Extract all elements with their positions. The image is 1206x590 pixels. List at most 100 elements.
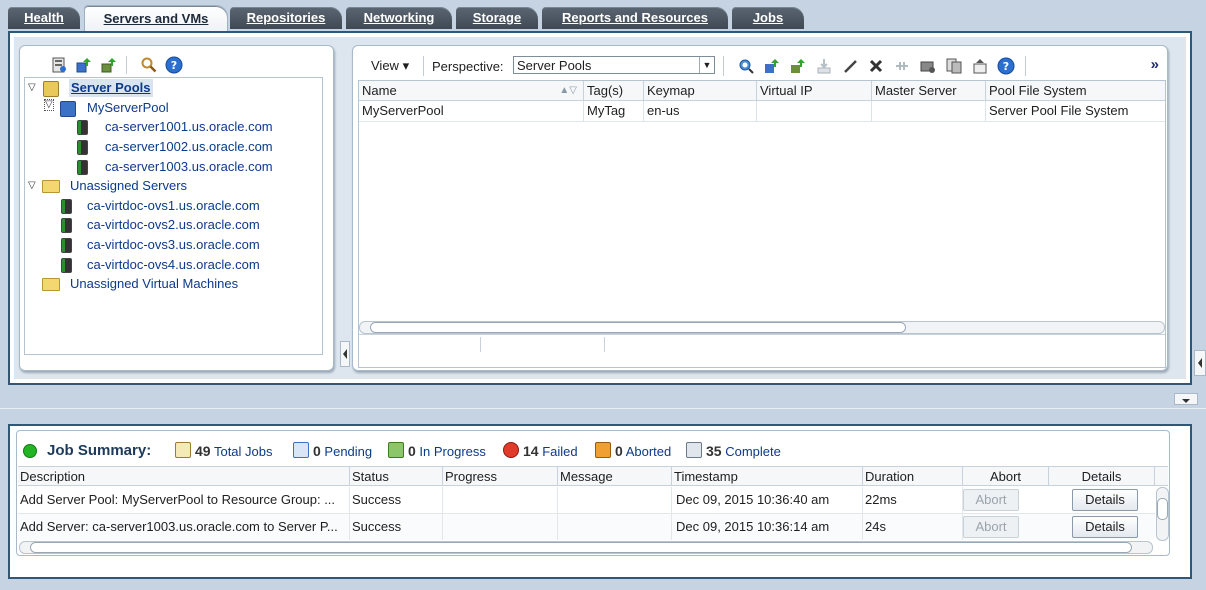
details-button[interactable]: Details — [1072, 489, 1138, 511]
create-pool-icon[interactable] — [75, 56, 93, 74]
help-icon[interactable]: ? — [165, 56, 183, 74]
tree-item-server[interactable]: ca-server1001.us.oracle.com — [25, 118, 320, 136]
column-header-details[interactable]: Details — [1049, 467, 1155, 486]
job-summary-panel: Job Summary: 49 Total Jobs 0 Pending 0 I… — [16, 430, 1170, 556]
tree-item-unassigned-vms[interactable]: Unassigned Virtual Machines — [25, 275, 320, 293]
expand-triangle-icon[interactable]: ▽ — [28, 79, 36, 97]
server-icon — [61, 238, 72, 253]
expand-triangle-icon[interactable]: ▽ — [44, 99, 54, 111]
table-row[interactable]: MyServerPool MyTag en-us Server Pool Fil… — [359, 101, 1165, 122]
tree-item-label: Unassigned Servers — [70, 178, 188, 193]
vertical-scrollbar[interactable] — [1156, 487, 1169, 541]
cell-duration: 24s — [863, 514, 963, 540]
tab-jobs[interactable]: Jobs — [732, 7, 804, 29]
help-icon[interactable]: ? — [997, 57, 1015, 75]
footer-divider — [480, 337, 481, 352]
network-icon[interactable] — [893, 57, 911, 75]
tree-item-server[interactable]: ca-virtdoc-ovs3.us.oracle.com — [25, 236, 320, 254]
edit-icon[interactable] — [841, 57, 859, 75]
svg-text:?: ? — [1003, 60, 1009, 73]
cell-description: Add Server Pool: MyServerPool to Resourc… — [18, 487, 350, 513]
column-header-pool-file-system[interactable]: Pool File System — [986, 81, 1165, 100]
find-icon[interactable] — [737, 57, 755, 75]
perspective-select[interactable]: Server Pools ▼ — [513, 56, 715, 74]
tree-item-label: ca-server1003.us.oracle.com — [105, 159, 273, 174]
tab-storage[interactable]: Storage — [456, 7, 538, 29]
server-tree: ▽ Server Pools ▽ MyServerPool ca-server1… — [24, 77, 323, 355]
tab-networking[interactable]: Networking — [346, 7, 452, 29]
create-server-pool-icon[interactable] — [763, 57, 781, 75]
total-jobs-stat[interactable]: 49 Total Jobs — [175, 441, 273, 461]
job-summary-title: Job Summary: — [47, 442, 152, 459]
tab-reports-and-resources[interactable]: Reports and Resources — [542, 7, 728, 29]
column-header-status[interactable]: Status — [350, 467, 443, 486]
cell-pool-file-system: Server Pool File System — [989, 103, 1129, 118]
column-header-duration[interactable]: Duration — [863, 467, 963, 486]
tab-repositories[interactable]: Repositories — [230, 7, 342, 29]
export-icon[interactable] — [971, 57, 989, 75]
servers-vms-frame: ? ▽ Server Pools ▽ MyServerPool ca-serve… — [8, 31, 1192, 385]
horizontal-scrollbar[interactable] — [19, 541, 1153, 554]
side-panel-handle[interactable] — [1194, 350, 1206, 376]
delete-icon[interactable] — [867, 57, 885, 75]
storage-icon[interactable] — [945, 57, 963, 75]
pending-jobs-stat[interactable]: 0 Pending — [293, 441, 372, 461]
details-button[interactable]: Details — [1072, 516, 1138, 538]
column-header-timestamp[interactable]: Timestamp — [672, 467, 863, 486]
toolbar-divider — [126, 56, 127, 74]
column-header-description[interactable]: Description — [18, 467, 350, 486]
tree-item-server[interactable]: ca-virtdoc-ovs4.us.oracle.com — [25, 256, 320, 274]
column-header-master-server[interactable]: Master Server — [872, 81, 986, 100]
tree-item-server[interactable]: ca-server1002.us.oracle.com — [25, 138, 320, 156]
scrollbar-thumb[interactable] — [370, 322, 906, 333]
refresh-icon[interactable] — [50, 56, 68, 74]
failed-jobs-stat[interactable]: 14 Failed — [503, 441, 578, 461]
collapse-panel-handle[interactable] — [340, 341, 350, 367]
svg-text:?: ? — [171, 59, 177, 72]
clock-icon — [293, 442, 309, 458]
tree-item-label: Unassigned Virtual Machines — [70, 276, 239, 291]
column-header-message[interactable]: Message — [558, 467, 672, 486]
column-header-progress[interactable]: Progress — [443, 467, 558, 486]
view-menu[interactable]: View ▾ — [371, 58, 409, 74]
column-header-virtual-ip[interactable]: Virtual IP — [757, 81, 872, 100]
abort-button[interactable]: Abort — [963, 489, 1019, 511]
tree-item-server[interactable]: ca-virtdoc-ovs1.us.oracle.com — [25, 197, 320, 215]
collapse-jobs-handle[interactable] — [1174, 393, 1198, 405]
perspective-label: Perspective: — [432, 59, 504, 74]
folder-icon — [42, 180, 60, 193]
tree-item-unassigned-servers[interactable]: ▽ Unassigned Servers — [25, 177, 320, 195]
abort-button[interactable]: Abort — [963, 516, 1019, 538]
scrollbar-thumb[interactable] — [1157, 498, 1168, 520]
more-toolbar-button[interactable]: » — [1151, 56, 1159, 73]
column-header-abort[interactable]: Abort — [963, 467, 1049, 486]
aborted-jobs-stat[interactable]: 0 Aborted — [595, 441, 671, 461]
discover-server-icon[interactable] — [789, 57, 807, 75]
import-icon[interactable] — [815, 57, 833, 75]
scrollbar-thumb[interactable] — [30, 542, 1132, 553]
status-ok-icon — [23, 444, 37, 458]
toolbar-divider — [723, 56, 724, 76]
in-progress-jobs-stat[interactable]: 0 In Progress — [388, 441, 486, 461]
tab-health[interactable]: Health — [8, 7, 80, 29]
column-header-tags[interactable]: Tag(s) — [584, 81, 644, 100]
upload-icon[interactable] — [100, 56, 118, 74]
tree-item-server-pools[interactable]: ▽ Server Pools — [25, 79, 320, 97]
column-header-keymap[interactable]: Keymap — [644, 81, 757, 100]
tree-item-label: ca-virtdoc-ovs3.us.oracle.com — [87, 237, 260, 252]
job-row[interactable]: Add Server: ca-server1003.us.oracle.com … — [18, 514, 1155, 540]
tree-item-server[interactable]: ca-server1003.us.oracle.com — [25, 158, 320, 176]
horizontal-scrollbar[interactable] — [359, 321, 1165, 334]
server-action-icon[interactable] — [919, 57, 937, 75]
folder-icon — [42, 278, 60, 291]
search-icon[interactable] — [140, 56, 158, 74]
column-header-name[interactable]: Name ▲▽ — [359, 81, 584, 100]
complete-jobs-stat[interactable]: 35 Complete — [686, 441, 781, 461]
job-row[interactable]: Add Server Pool: MyServerPool to Resourc… — [18, 487, 1155, 514]
table-header: Name ▲▽ Tag(s) Keymap Virtual IP Master … — [359, 81, 1165, 101]
tree-item-server[interactable]: ca-virtdoc-ovs2.us.oracle.com — [25, 216, 320, 234]
expand-triangle-icon[interactable]: ▽ — [28, 177, 36, 195]
tab-servers-and-vms[interactable]: Servers and VMs — [84, 5, 228, 32]
sort-icon[interactable]: ▲▽ — [559, 81, 577, 100]
tree-item-myserverpool[interactable]: ▽ MyServerPool — [25, 99, 320, 117]
